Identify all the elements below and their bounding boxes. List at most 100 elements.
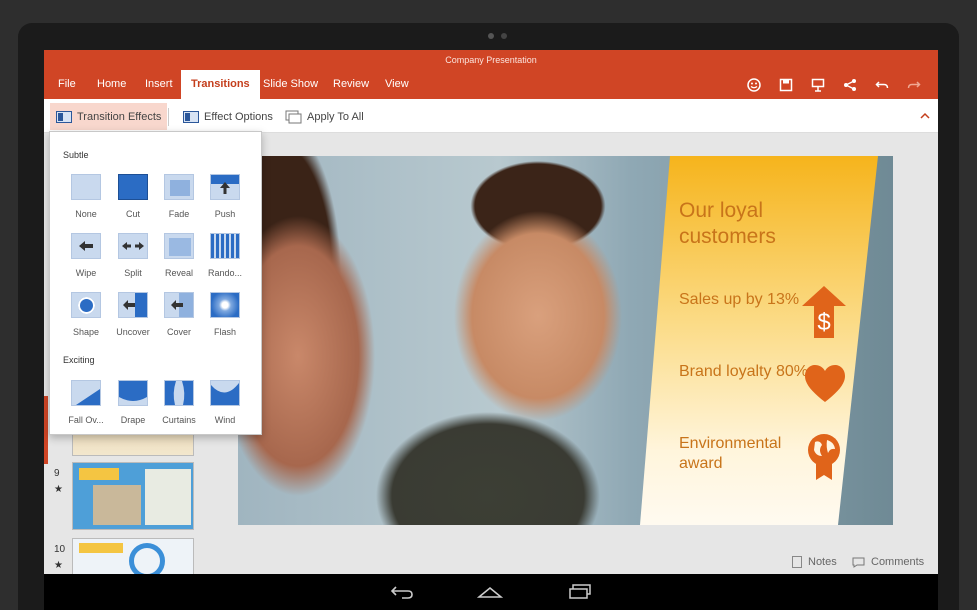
effect-uncover-label: Uncover	[116, 327, 150, 337]
menu-insert[interactable]: Insert	[145, 70, 173, 99]
menu-home[interactable]: Home	[97, 70, 126, 99]
effect-wipe-label: Wipe	[75, 268, 97, 278]
effect-fade[interactable]: Fade	[156, 174, 202, 219]
effect-push-label: Push	[214, 209, 236, 219]
effect-cut-label: Cut	[125, 209, 140, 219]
effect-curtains[interactable]: Curtains	[156, 380, 202, 425]
slide-title: Our loyal customers	[679, 199, 776, 248]
globe-award-icon	[808, 434, 840, 480]
menu-review[interactable]: Review	[333, 70, 369, 99]
save-icon[interactable]	[770, 70, 802, 99]
notes-button[interactable]: Notes	[792, 556, 837, 568]
stat-brand-loyalty: Brand loyalty 80%	[679, 363, 808, 380]
slide-thumbnail-9[interactable]	[72, 462, 194, 530]
dollar-arrow-icon: $	[802, 286, 846, 338]
menu-transitions[interactable]: Transitions	[181, 70, 260, 99]
effect-split-icon	[118, 233, 148, 259]
selected-slide-indicator	[44, 396, 48, 464]
effect-random-bars-icon	[210, 233, 240, 259]
effect-cover-icon	[164, 292, 194, 318]
comments-icon	[852, 557, 865, 568]
transition-effects-button[interactable]: Transition Effects	[50, 103, 168, 130]
home-nav-icon[interactable]	[476, 582, 504, 602]
effect-uncover-icon	[118, 292, 148, 318]
redo-icon[interactable]	[898, 70, 930, 99]
effect-wind-icon	[210, 380, 240, 406]
transition-effects-dropdown: Subtle None Cut Fade Push Wipe Split Rev…	[49, 131, 262, 435]
android-nav-bar	[44, 574, 938, 610]
undo-icon[interactable]	[866, 70, 898, 99]
effect-wipe[interactable]: Wipe	[63, 233, 109, 278]
bottom-bar: Notes Comments	[44, 550, 938, 574]
effect-options-button[interactable]: Effect Options	[177, 103, 279, 130]
tablet-device: Company Presentation File Home Insert Tr…	[0, 0, 977, 610]
menu-icons	[738, 70, 930, 99]
menu-slide-show[interactable]: Slide Show	[263, 70, 318, 99]
effect-push[interactable]: Push	[202, 174, 248, 219]
effect-drape-icon	[118, 380, 148, 406]
effect-flash-label: Flash	[213, 327, 236, 337]
effect-drape[interactable]: Drape	[110, 380, 156, 425]
effect-shape-icon	[71, 292, 101, 318]
share-icon[interactable]	[834, 70, 866, 99]
effect-wind[interactable]: Wind	[202, 380, 248, 425]
sensor-dot	[501, 33, 507, 39]
effect-shape[interactable]: Shape	[63, 292, 109, 337]
effect-options-label: Effect Options	[204, 110, 273, 123]
transition-effects-label: Transition Effects	[77, 110, 162, 123]
effect-split[interactable]: Split	[110, 233, 156, 278]
notes-icon	[792, 556, 802, 568]
notes-label: Notes	[808, 556, 837, 568]
effect-reveal[interactable]: Reveal	[156, 233, 202, 278]
slide-star-9: ★	[54, 484, 63, 495]
menu-bar: File Home Insert Transitions Slide Show …	[44, 70, 938, 99]
effect-random-bars[interactable]: Rando...	[202, 233, 248, 278]
thumb9-photo-1	[93, 485, 141, 525]
recents-nav-icon[interactable]	[566, 582, 594, 602]
effect-uncover[interactable]: Uncover	[110, 292, 156, 337]
smiley-icon[interactable]	[738, 70, 770, 99]
effect-split-label: Split	[124, 268, 142, 278]
effect-fade-label: Fade	[168, 209, 190, 219]
window-title: Company Presentation	[44, 50, 938, 70]
comments-button[interactable]: Comments	[852, 556, 924, 568]
effect-fade-icon	[164, 174, 194, 200]
effect-cover-label: Cover	[166, 327, 191, 337]
comments-label: Comments	[871, 556, 925, 568]
effect-cut[interactable]: Cut	[110, 174, 156, 219]
collapse-ribbon-icon[interactable]	[920, 109, 930, 123]
effect-reveal-label: Reveal	[164, 268, 193, 278]
effect-cover[interactable]: Cover	[156, 292, 202, 337]
ribbon-separator	[168, 108, 169, 126]
apply-to-all-button[interactable]: Apply To All	[279, 103, 370, 130]
ribbon: Transition Effects Effect Options Apply …	[44, 99, 938, 133]
back-nav-icon[interactable]	[388, 582, 416, 602]
slide-number-9: 9	[54, 468, 60, 479]
effect-flash[interactable]: Flash	[202, 292, 248, 337]
effect-cut-icon	[118, 174, 148, 200]
camera-dot	[488, 33, 494, 39]
thumb9-photo-2	[145, 469, 191, 525]
svg-text:$: $	[817, 309, 830, 336]
effect-fall-over[interactable]: Fall Ov...	[63, 380, 109, 425]
transition-effects-icon	[56, 110, 72, 123]
menu-view[interactable]: View	[385, 70, 409, 99]
present-icon[interactable]	[802, 70, 834, 99]
effect-fall-over-label: Fall Ov...	[68, 415, 104, 425]
apply-to-all-icon	[285, 110, 302, 124]
exciting-heading: Exciting	[63, 355, 95, 365]
effect-curtains-label: Curtains	[162, 415, 196, 425]
effect-push-icon	[210, 174, 240, 200]
effect-none[interactable]: None	[63, 174, 109, 219]
effect-reveal-icon	[164, 233, 194, 259]
subtle-heading: Subtle	[63, 150, 89, 160]
menu-file[interactable]: File	[58, 70, 76, 99]
thumb9-title-block	[79, 468, 119, 480]
effect-fall-over-icon	[71, 380, 101, 406]
slide-canvas[interactable]: Our loyal customers Sales up by 13% Bran…	[238, 156, 893, 525]
effect-wipe-icon	[71, 233, 101, 259]
stat-sales: Sales up by 13%	[679, 291, 800, 308]
effect-shape-label: Shape	[72, 327, 100, 337]
effect-random-bars-label: Rando...	[207, 268, 243, 278]
effect-flash-icon	[210, 292, 240, 318]
